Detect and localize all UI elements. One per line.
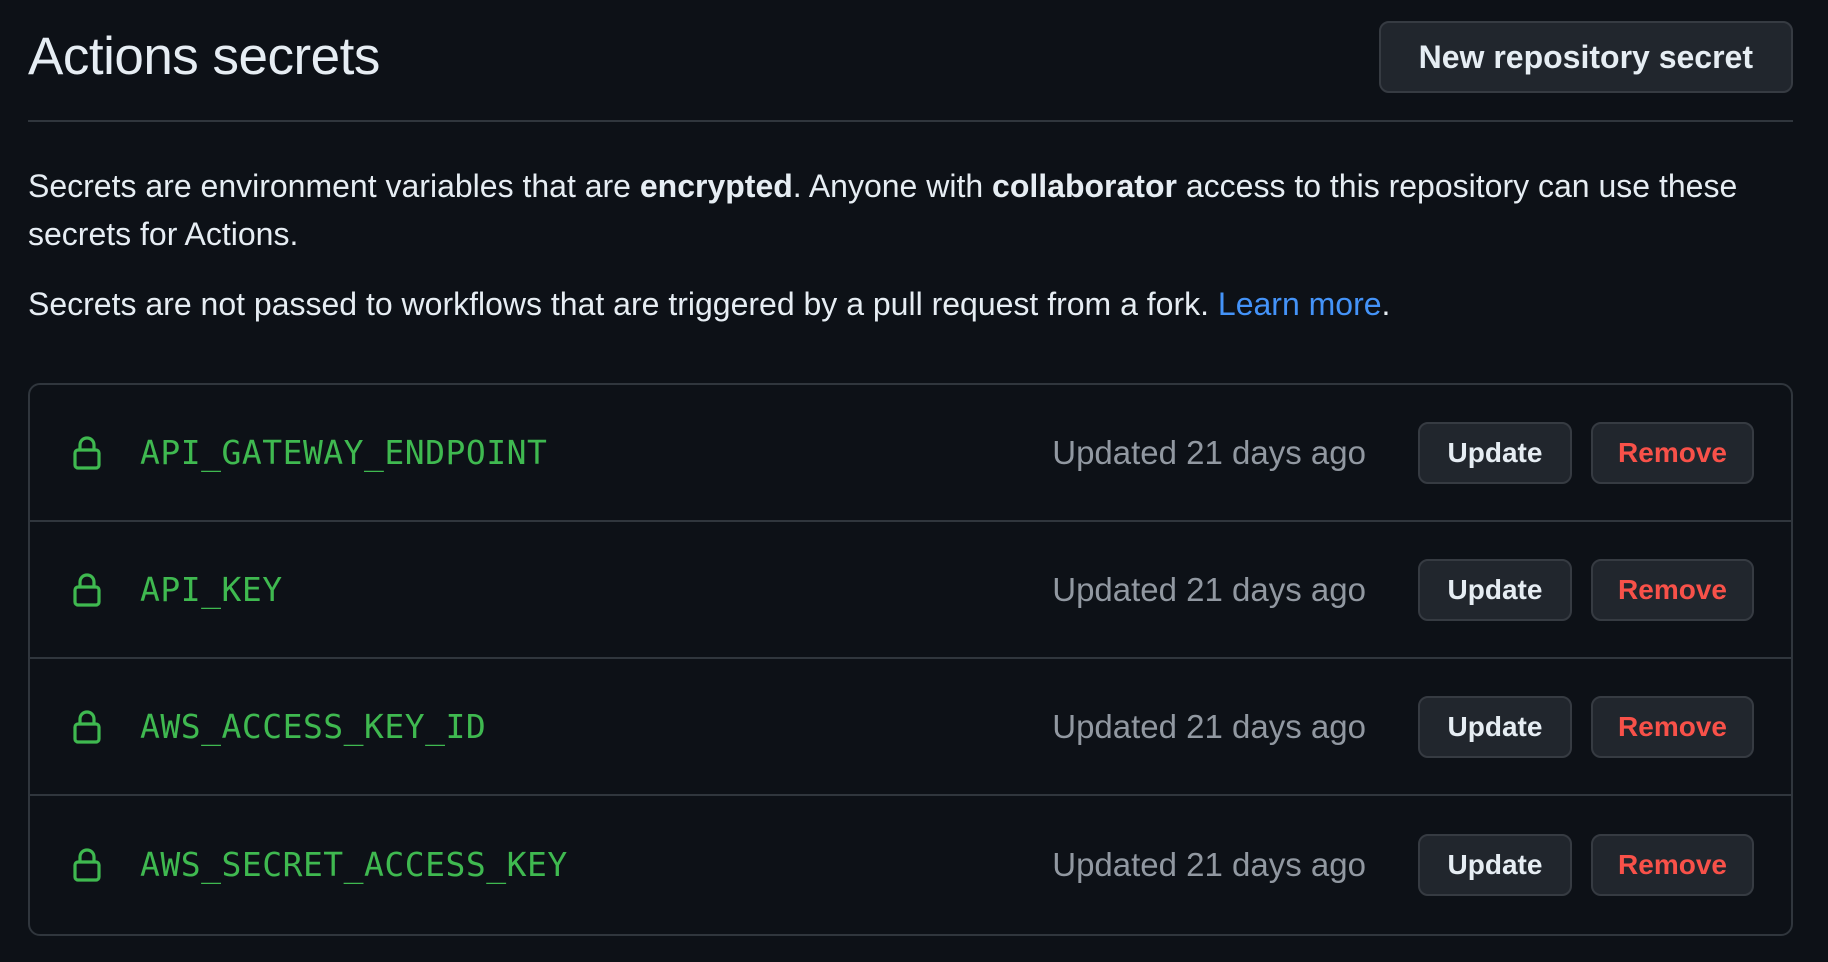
remove-secret-button[interactable]: Remove xyxy=(1591,558,1754,621)
lock-icon xyxy=(70,571,104,609)
secret-name: API_KEY xyxy=(140,570,283,609)
page-header: Actions secrets New repository secret xyxy=(28,0,1793,122)
secret-name: AWS_ACCESS_KEY_ID xyxy=(140,707,487,746)
secret-updated-time: Updated 21 days ago xyxy=(1052,707,1366,745)
secret-name: AWS_SECRET_ACCESS_KEY xyxy=(140,845,568,884)
fork-notice-end: . xyxy=(1381,286,1391,322)
secret-updated-time: Updated 21 days ago xyxy=(1052,433,1366,471)
learn-more-link[interactable]: Learn more xyxy=(1218,286,1382,322)
secret-row: API_KEY Updated 21 days ago Update Remov… xyxy=(30,522,1791,659)
update-secret-button[interactable]: Update xyxy=(1418,558,1572,621)
update-secret-button[interactable]: Update xyxy=(1418,695,1572,758)
update-secret-button[interactable]: Update xyxy=(1418,833,1572,896)
collaborator-emphasis: collaborator xyxy=(992,168,1177,204)
secrets-page: Actions secrets New repository secret Se… xyxy=(28,0,1793,936)
secrets-description: Secrets are environment variables that a… xyxy=(28,162,1793,258)
secret-name: API_GATEWAY_ENDPOINT xyxy=(140,433,548,472)
secret-row: AWS_ACCESS_KEY_ID Updated 21 days ago Up… xyxy=(30,659,1791,796)
secret-updated-time: Updated 21 days ago xyxy=(1052,845,1366,883)
new-repository-secret-button[interactable]: New repository secret xyxy=(1378,21,1793,93)
secret-row: API_GATEWAY_ENDPOINT Updated 21 days ago… xyxy=(30,385,1791,522)
remove-secret-button[interactable]: Remove xyxy=(1591,421,1754,484)
description-text: Secrets are environment variables that a… xyxy=(28,168,640,204)
lock-icon xyxy=(70,434,104,472)
fork-notice: Secrets are not passed to workflows that… xyxy=(28,280,1793,328)
update-secret-button[interactable]: Update xyxy=(1418,421,1572,484)
remove-secret-button[interactable]: Remove xyxy=(1591,833,1754,896)
secrets-list: API_GATEWAY_ENDPOINT Updated 21 days ago… xyxy=(28,383,1793,936)
secret-row: AWS_SECRET_ACCESS_KEY Updated 21 days ag… xyxy=(30,796,1791,933)
fork-notice-text: Secrets are not passed to workflows that… xyxy=(28,286,1218,322)
description-text: . Anyone with xyxy=(792,168,993,204)
secret-updated-time: Updated 21 days ago xyxy=(1052,570,1366,608)
page-title: Actions secrets xyxy=(28,26,380,86)
lock-icon xyxy=(70,846,104,884)
encrypted-emphasis: encrypted xyxy=(639,168,793,204)
lock-icon xyxy=(70,708,104,746)
remove-secret-button[interactable]: Remove xyxy=(1591,695,1754,758)
